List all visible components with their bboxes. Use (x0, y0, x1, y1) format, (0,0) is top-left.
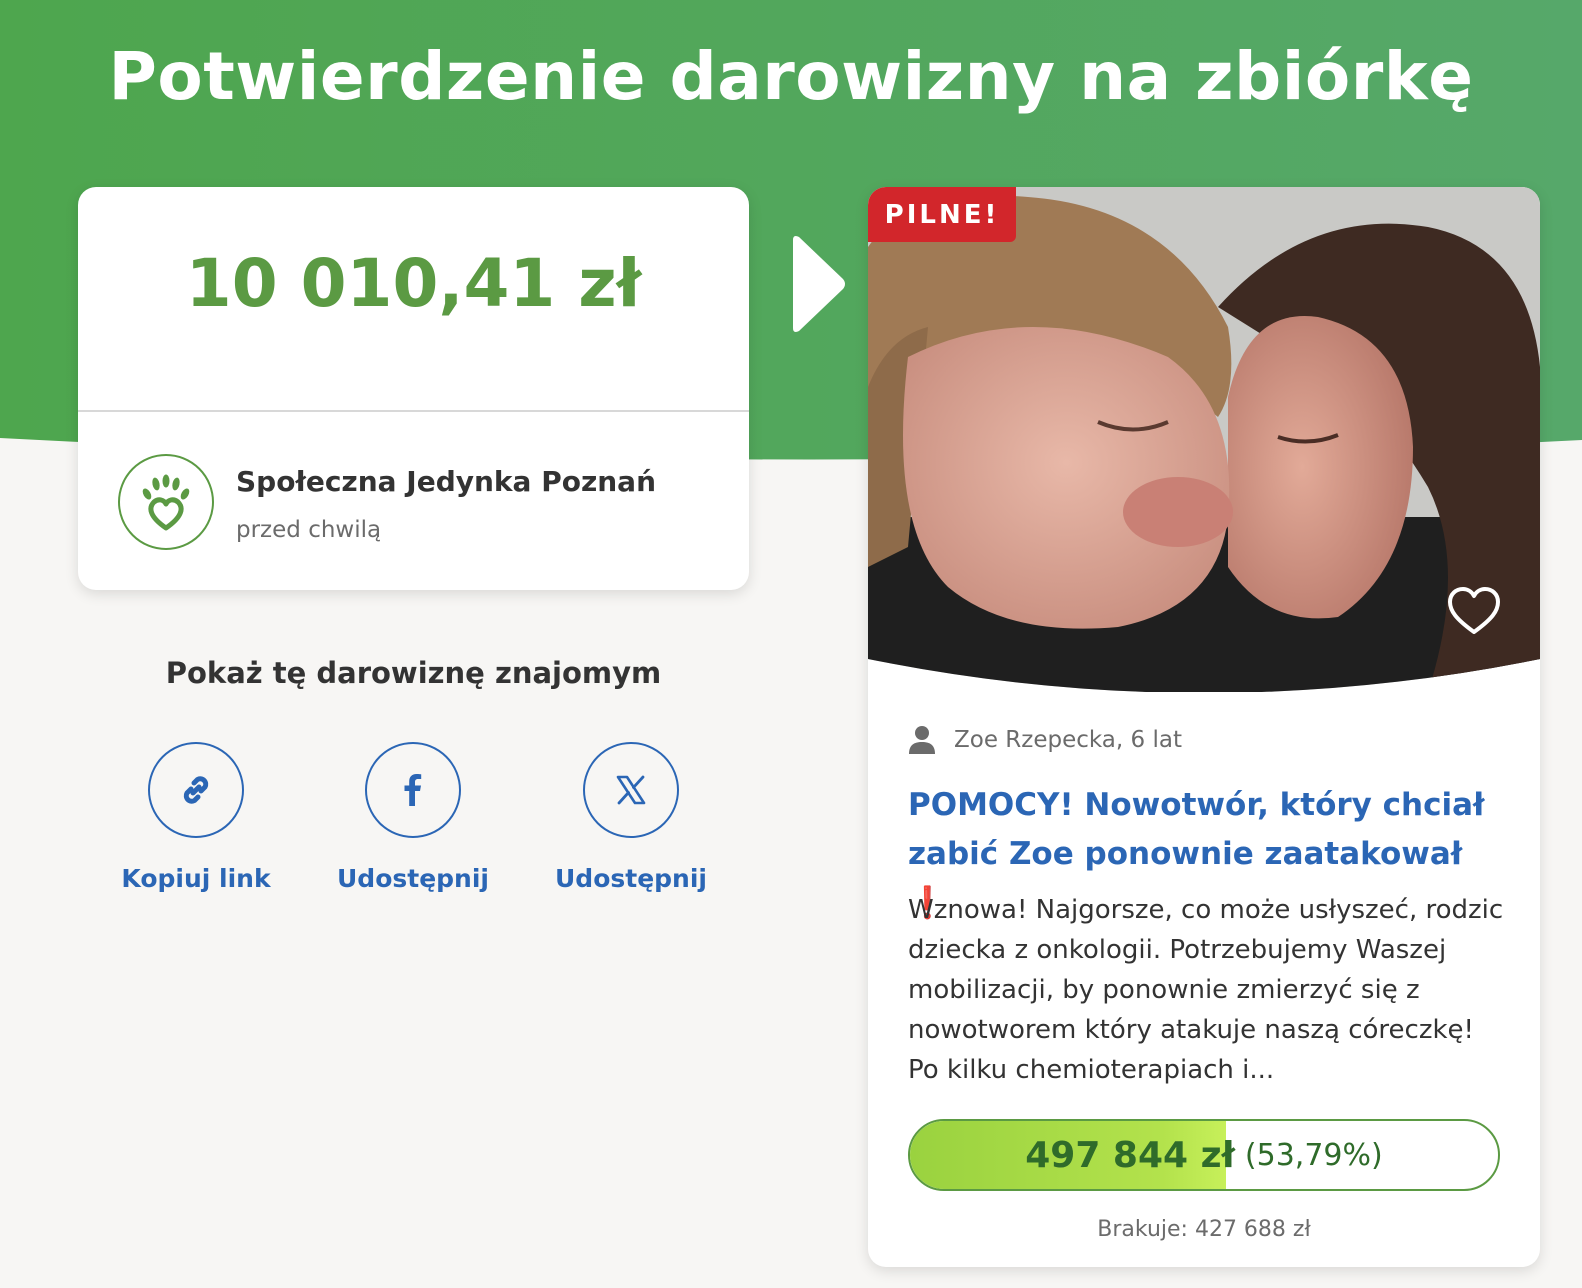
x-share-button[interactable]: Udostępnij (531, 742, 731, 893)
organization-name[interactable]: Społeczna Jedynka Poznań (236, 465, 656, 498)
x-icon (616, 775, 646, 805)
facebook-share-button[interactable]: Udostępnij (313, 742, 513, 893)
campaign-description: Wznowa! Najgorsze, co może usłyszeć, rod… (908, 895, 1504, 1085)
copy-link-button[interactable]: Kopiuj link (96, 742, 296, 893)
facebook-icon (404, 774, 422, 806)
raised-percent: (53,79%) (1244, 1137, 1383, 1173)
campaign-title-text[interactable]: POMOCY! Nowotwór, który chciał zabić Zoe… (908, 787, 1485, 872)
beneficiary-name: Zoe Rzepecka, 6 lat (954, 727, 1182, 753)
beneficiary: Zoe Rzepecka, 6 lat (908, 725, 1182, 755)
raised-amount: 497 844 zł (1025, 1134, 1235, 1176)
heart-icon[interactable] (1446, 585, 1502, 637)
share-label: Udostępnij (555, 864, 707, 893)
hand-heart-icon (142, 474, 190, 531)
campaign-card[interactable]: PILNE! Zoe Rzepecka, 6 lat POMOCY! Nowot… (868, 187, 1540, 1267)
remaining-amount: Brakuje: 427 688 zł (1097, 1217, 1311, 1242)
campaign-photo[interactable] (868, 187, 1540, 692)
donation-time: przed chwilą (236, 517, 382, 543)
page-title: Potwierdzenie darowizny na zbiórkę (108, 38, 1474, 115)
arrow-right-icon (793, 236, 845, 332)
person-icon (909, 726, 935, 754)
share-label: Kopiuj link (121, 864, 271, 893)
share-label: Udostępnij (337, 864, 489, 893)
share-heading: Pokaż tę darowiznę znajomym (165, 656, 662, 690)
donation-amount: 10 010,41 zł (185, 245, 642, 322)
donation-card: 10 010,41 zł Społeczna Jedynka Poznań pr… (78, 187, 749, 590)
link-icon (183, 776, 209, 804)
progress-bar: 497 844 zł (53,79%) (908, 1119, 1500, 1191)
organization-logo (118, 454, 214, 550)
urgent-badge: PILNE! (868, 187, 1016, 242)
divider (78, 410, 749, 412)
